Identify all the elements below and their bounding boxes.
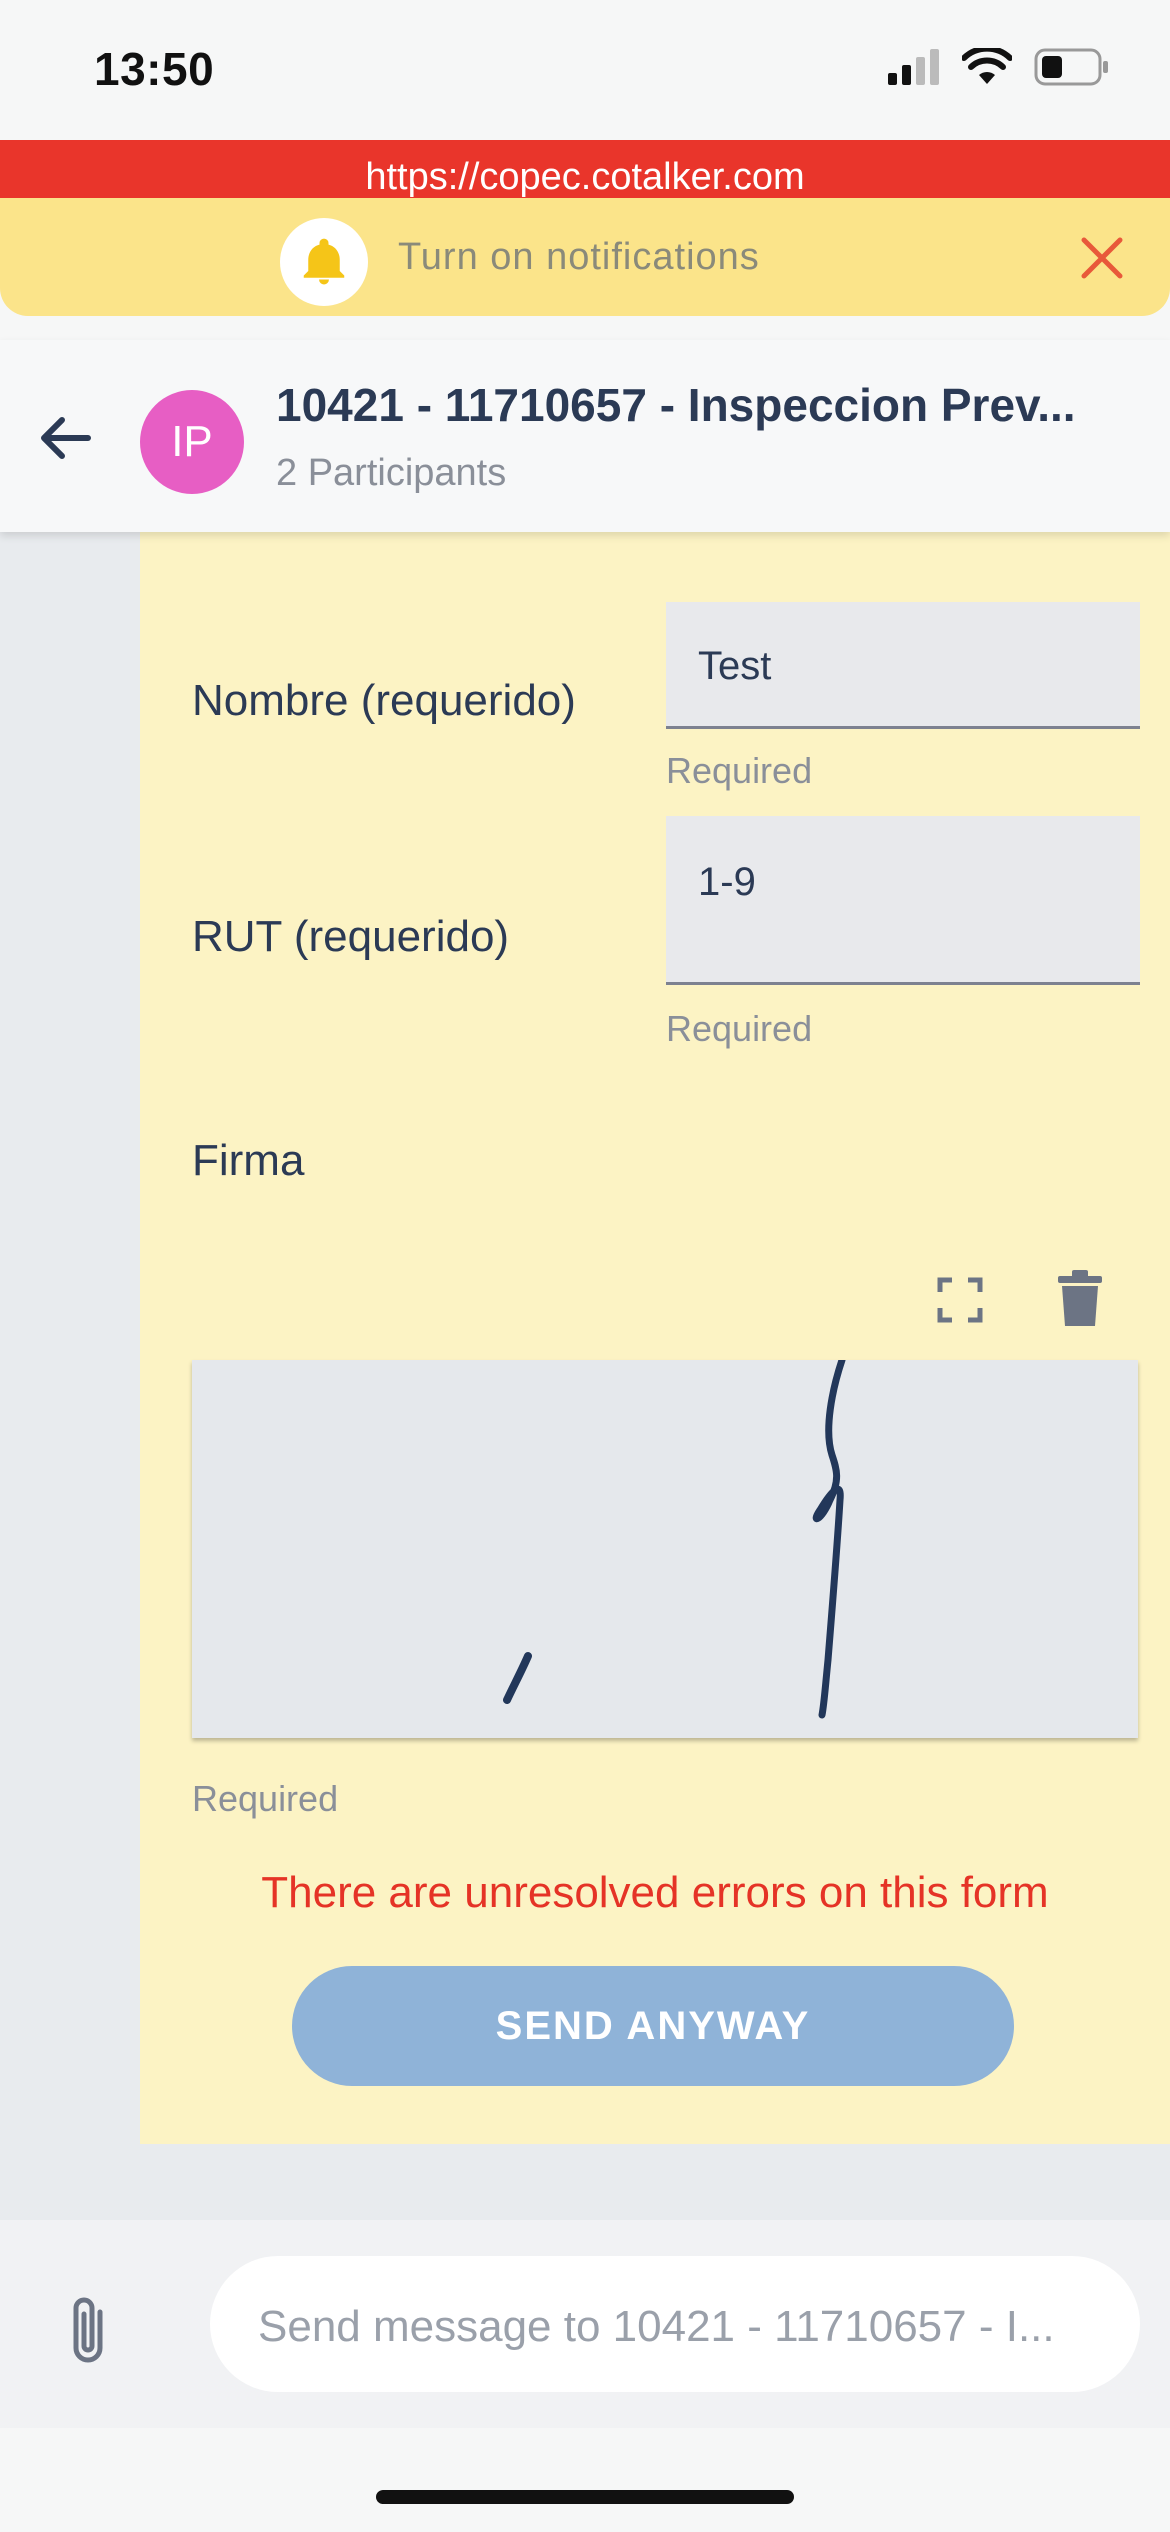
- signal-icon: [888, 49, 939, 85]
- signature-drawing: [503, 1356, 846, 1719]
- home-indicator[interactable]: [376, 2490, 794, 2504]
- signature-canvas[interactable]: [192, 1356, 1138, 1738]
- battery-icon: [1034, 48, 1108, 86]
- wifi-icon: [962, 48, 1012, 84]
- status-time: 13:50: [94, 43, 215, 95]
- url-text: https://copec.cotalker.com: [365, 156, 805, 198]
- close-notification-button[interactable]: [1072, 228, 1132, 288]
- chat-title[interactable]: 10421 - 11710657 - Inspeccion Prev...: [276, 378, 1076, 432]
- message-placeholder: Send message to 10421 - 11710657 - I...: [258, 2302, 1055, 2351]
- status-icons: [888, 48, 1110, 86]
- url-bar[interactable]: https://copec.cotalker.com: [0, 140, 1170, 198]
- form-error-message: There are unresolved errors on this form: [261, 1868, 1049, 1917]
- message-input[interactable]: Send message to 10421 - 11710657 - I...: [210, 2256, 1140, 2392]
- firma-label: Firma: [192, 1136, 305, 1185]
- notification-text: Turn on notifications: [398, 236, 760, 278]
- rut-label: RUT (requerido): [192, 912, 510, 961]
- rut-input[interactable]: 1-9: [666, 816, 1140, 985]
- bell-icon: [303, 238, 345, 285]
- message-composer: Send message to 10421 - 11710657 - I...: [0, 2220, 1170, 2428]
- chat-header: IP 10421 - 11710657 - Inspeccion Prev...…: [0, 340, 1170, 532]
- back-arrow-icon[interactable]: [34, 406, 98, 470]
- fullscreen-icon[interactable]: [936, 1276, 984, 1324]
- close-icon: [1081, 237, 1123, 279]
- rut-helper: Required: [666, 1008, 813, 1049]
- nombre-value: Test: [698, 644, 772, 688]
- nombre-label: Nombre (requerido): [192, 676, 576, 725]
- home-indicator-area: [0, 2428, 1170, 2532]
- status-bar: 13:50: [0, 0, 1170, 140]
- nombre-input[interactable]: Test: [666, 602, 1140, 729]
- nombre-helper: Required: [666, 750, 813, 791]
- trash-icon[interactable]: [1056, 1270, 1104, 1328]
- avatar[interactable]: IP: [140, 390, 244, 494]
- participants-count[interactable]: 2 Participants: [276, 452, 506, 495]
- rut-value: 1-9: [698, 860, 756, 904]
- bell-icon-circle: [280, 218, 368, 306]
- firma-helper: Required: [192, 1778, 339, 1819]
- notification-banner[interactable]: Turn on notifications: [0, 198, 1170, 316]
- paperclip-icon[interactable]: [60, 2294, 120, 2368]
- send-anyway-button[interactable]: SEND ANYWAY: [292, 1966, 1014, 2086]
